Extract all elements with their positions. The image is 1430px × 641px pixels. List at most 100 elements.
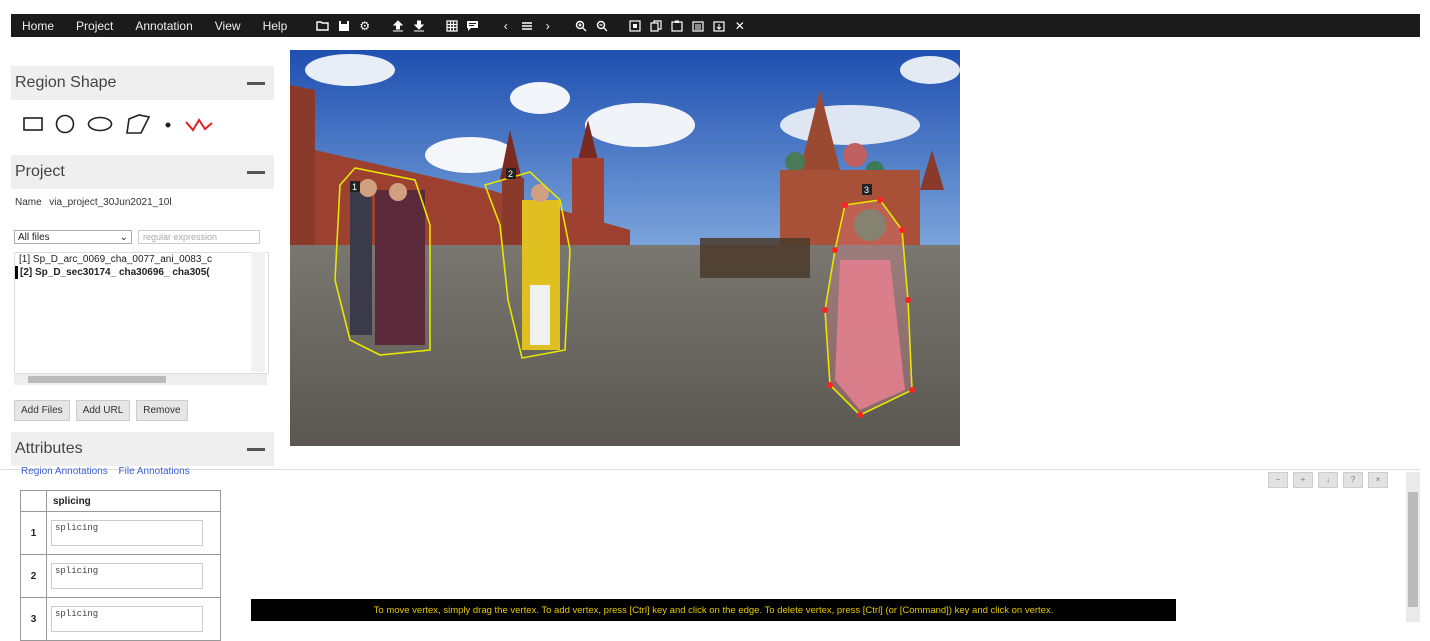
- point-shape-icon[interactable]: [163, 119, 173, 133]
- help-button[interactable]: ?: [1343, 472, 1363, 488]
- menu-view[interactable]: View: [204, 19, 252, 33]
- select-all-icon[interactable]: [627, 18, 642, 33]
- collapse-icon[interactable]: [247, 81, 265, 85]
- dome: [843, 143, 867, 167]
- add-url-button[interactable]: Add URL: [75, 400, 131, 421]
- grid-icon[interactable]: [444, 18, 459, 33]
- file-list-item-selected[interactable]: [2] Sp_D_sec30174_ cha30696_ cha305(: [15, 266, 268, 279]
- file-filter-select[interactable]: All files ⌄: [14, 230, 132, 244]
- circle-shape-icon[interactable]: [55, 114, 75, 137]
- editor-vscrollbar[interactable]: [1406, 472, 1420, 622]
- increase-height-button[interactable]: +: [1293, 472, 1313, 488]
- copy-icon[interactable]: [648, 18, 663, 33]
- gear-icon[interactable]: ⚙: [357, 18, 372, 33]
- polygon-shape-icon[interactable]: [125, 113, 151, 138]
- decrease-height-button[interactable]: −: [1268, 472, 1288, 488]
- left-sidebar: Region Shape Project Name All files ⌄ re…: [11, 46, 274, 466]
- down-button[interactable]: ↓: [1318, 472, 1338, 488]
- menu-annotation[interactable]: Annotation: [124, 19, 203, 33]
- scroll-thumb[interactable]: [28, 376, 166, 383]
- image-canvas[interactable]: 1 2 3: [290, 50, 960, 446]
- tab-region-annotations[interactable]: Region Annotations: [21, 466, 108, 477]
- tower: [502, 178, 524, 248]
- save-icon[interactable]: [336, 18, 351, 33]
- file-list-hscrollbar[interactable]: [14, 374, 267, 385]
- annotated-image[interactable]: 1 2 3: [290, 50, 960, 446]
- add-files-button[interactable]: Add Files: [14, 400, 70, 421]
- collapse-icon[interactable]: [247, 170, 265, 174]
- table-row: 3 splicing: [20, 597, 221, 641]
- delete-region-icon[interactable]: [711, 18, 726, 33]
- menu-home[interactable]: Home: [11, 19, 65, 33]
- regex-filter-input[interactable]: regular expression: [138, 230, 260, 244]
- project-name-input[interactable]: [47, 196, 202, 209]
- editor-divider: [0, 469, 1420, 470]
- status-message-bar: To move vertex, simply drag the vertex. …: [251, 599, 1176, 621]
- paste-icon[interactable]: [669, 18, 684, 33]
- project-name-label: Name: [15, 197, 42, 208]
- file-buttons: Add Files Add URL Remove: [14, 400, 188, 421]
- paste-all-icon[interactable]: [690, 18, 705, 33]
- cloud: [425, 137, 515, 173]
- editor-controls: − + ↓ ? ×: [1268, 472, 1388, 488]
- download-icon[interactable]: [411, 18, 426, 33]
- comment-icon[interactable]: [465, 18, 480, 33]
- prev-icon[interactable]: ‹: [498, 18, 513, 33]
- project-title: Project: [15, 163, 65, 180]
- cloud: [900, 56, 960, 84]
- region-shape-tools: [23, 113, 213, 138]
- annotation-tabs: Region Annotations File Annotations: [21, 466, 198, 477]
- tab-file-annotations[interactable]: File Annotations: [119, 466, 190, 477]
- region-id-label: 1: [352, 182, 357, 192]
- project-header[interactable]: Project: [11, 155, 274, 189]
- kremlin-wall: [290, 85, 315, 250]
- toolbar: ⚙ ‹ › ✕: [312, 18, 750, 33]
- row-number: 2: [20, 554, 47, 598]
- cloud: [305, 54, 395, 86]
- rectangle-shape-icon[interactable]: [23, 117, 43, 134]
- folder-icon[interactable]: [315, 18, 330, 33]
- attributes-header[interactable]: Attributes: [11, 432, 274, 466]
- file-list-item[interactable]: [1] Sp_D_arc_0069_cha_0077_ani_0083_c: [15, 253, 268, 266]
- cloud: [780, 105, 920, 145]
- table-header-row: splicing: [20, 490, 221, 512]
- cloud: [510, 82, 570, 114]
- file-list: [1] Sp_D_arc_0069_cha_0077_ani_0083_c [2…: [14, 252, 269, 374]
- close-icon[interactable]: ✕: [732, 18, 747, 33]
- attribute-textarea[interactable]: splicing: [51, 606, 203, 632]
- region-shape-header[interactable]: Region Shape: [11, 66, 274, 100]
- remove-button[interactable]: Remove: [136, 400, 188, 421]
- menu-project[interactable]: Project: [65, 19, 124, 33]
- polyline-shape-icon[interactable]: [185, 116, 213, 135]
- menu-help[interactable]: Help: [252, 19, 299, 33]
- column-header-splicing: splicing: [46, 490, 221, 512]
- chevron-down-icon: ⌄: [119, 231, 128, 243]
- region-shape-title: Region Shape: [15, 74, 117, 91]
- list-icon[interactable]: [519, 18, 534, 33]
- ellipse-shape-icon[interactable]: [87, 116, 113, 135]
- attributes-title: Attributes: [15, 440, 83, 457]
- attribute-textarea[interactable]: splicing: [51, 520, 203, 546]
- region-id-label: 3: [864, 185, 869, 195]
- file-list-vscrollbar[interactable]: [251, 252, 265, 372]
- upload-icon[interactable]: [390, 18, 405, 33]
- scroll-thumb[interactable]: [1408, 492, 1418, 607]
- top-menubar: Home Project Annotation View Help ⚙ ‹ › …: [11, 14, 1420, 37]
- attribute-table: splicing 1 splicing 2 splicing 3 splicin…: [20, 490, 221, 641]
- table-row: 2 splicing: [20, 554, 221, 598]
- next-icon[interactable]: ›: [540, 18, 555, 33]
- crowd: [700, 238, 810, 278]
- collapse-icon[interactable]: [247, 447, 265, 451]
- row-number: 3: [20, 597, 47, 641]
- spasskaya-tower: [572, 158, 604, 248]
- zoom-in-icon[interactable]: [573, 18, 588, 33]
- project-name-row: Name: [15, 196, 202, 209]
- region-id-label: 2: [508, 169, 513, 179]
- cloud: [585, 103, 695, 147]
- zoom-out-icon[interactable]: [594, 18, 609, 33]
- attribute-textarea[interactable]: splicing: [51, 563, 203, 589]
- close-editor-button[interactable]: ×: [1368, 472, 1388, 488]
- person-couple: [350, 179, 425, 345]
- dome: [785, 152, 805, 172]
- file-filter-value: All files: [18, 231, 50, 243]
